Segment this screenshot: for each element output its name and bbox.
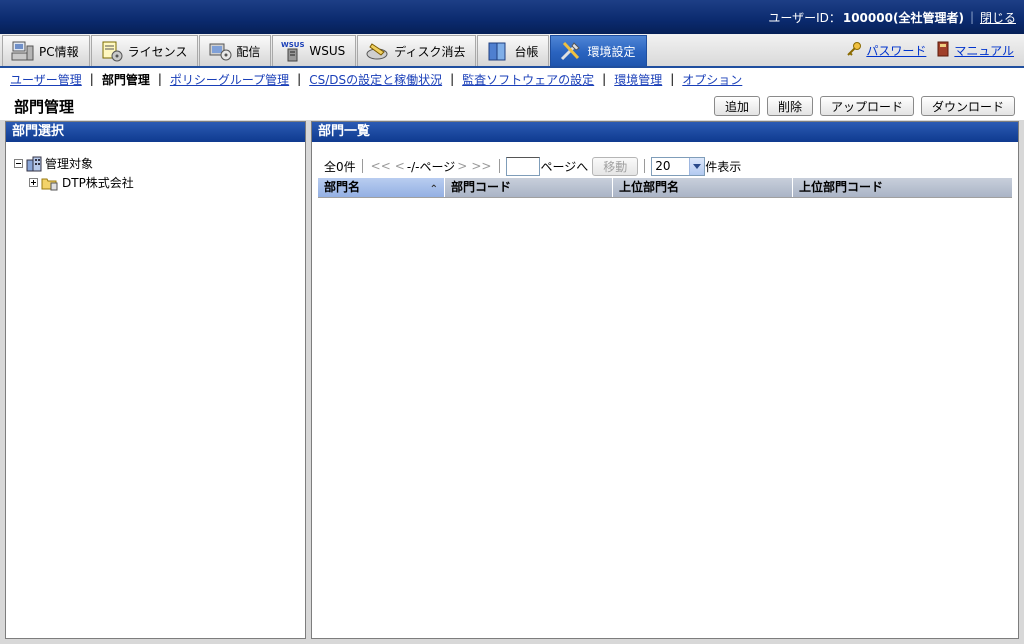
next-page-button[interactable]: > — [457, 159, 467, 173]
tab-ledger[interactable]: 台帳 — [477, 35, 550, 66]
page-indicator: -/-ページ — [406, 159, 456, 174]
tree-node-label: DTP株式会社 — [62, 176, 134, 190]
move-button[interactable]: 移動 — [592, 156, 639, 176]
manual-book-icon — [936, 41, 950, 60]
license-icon — [100, 40, 124, 62]
folder-icon — [41, 175, 59, 191]
key-icon — [846, 41, 862, 60]
building-icon — [26, 156, 42, 172]
tab-pc-info[interactable]: PC情報 — [2, 35, 90, 66]
page-number-input[interactable] — [506, 156, 541, 176]
sub-navigation: ユーザー管理 | 部門管理 | ポリシーグループ管理 | CS/DSの設定と稼働… — [0, 68, 1024, 90]
add-button[interactable]: 追加 — [713, 96, 760, 116]
subnav-separator: | — [602, 72, 607, 86]
prev-page-button[interactable]: < — [395, 159, 405, 173]
subnav-department-management[interactable]: 部門管理 — [102, 71, 150, 88]
collapse-toggle-icon[interactable] — [14, 159, 23, 168]
page-title: 部門管理 — [14, 98, 75, 116]
total-count: 全0件 — [324, 159, 356, 174]
tree-node-company[interactable]: DTP株式会社 — [14, 173, 305, 192]
close-link[interactable]: 閉じる — [980, 9, 1016, 26]
page-title-row: 部門管理 追加 削除 アップロード ダウンロード — [0, 90, 1024, 120]
column-header-department-name[interactable]: 部門名 ⌃ — [318, 178, 445, 197]
manual-item: マニュアル — [936, 41, 1014, 60]
subnav-separator: | — [157, 72, 162, 86]
subnav-policy-group[interactable]: ポリシーグループ管理 — [170, 71, 289, 88]
user-id-label: ユーザーID： — [768, 10, 841, 25]
subnav-user-management[interactable]: ユーザー管理 — [10, 71, 82, 88]
pager-separator — [361, 159, 363, 173]
department-tree: 管理対象 DTP株式会社 — [6, 142, 305, 192]
subnav-separator: | — [89, 72, 94, 86]
distribution-icon — [208, 40, 232, 62]
tab-license[interactable]: ライセンス — [90, 35, 199, 66]
tree-node-root[interactable]: 管理対象 — [14, 154, 305, 173]
tab-distribution[interactable]: 配信 — [199, 35, 272, 66]
top-header: ユーザーID： 100000(全社管理者) | 閉じる — [0, 0, 1024, 34]
column-label: 部門名 — [324, 180, 361, 194]
wsus-icon: WSUS — [281, 40, 305, 62]
column-label: 上位部門名 — [619, 180, 680, 194]
tab-settings[interactable]: 環境設定 — [550, 35, 647, 66]
department-select-panel: 部門選択 管理対象 DTP株式会社 — [5, 121, 306, 639]
tab-label: 環境設定 — [587, 44, 636, 59]
pager-separator — [644, 159, 646, 173]
subnav-csds-settings[interactable]: CS/DSの設定と稼働状況 — [309, 71, 442, 88]
column-label: 上位部門コード — [799, 180, 884, 194]
per-page-select[interactable]: 20 — [651, 156, 706, 176]
svg-text:WSUS: WSUS — [281, 41, 305, 49]
manual-link[interactable]: マニュアル — [954, 42, 1014, 59]
sort-ascending-icon: ⌃ — [429, 184, 438, 195]
pager-separator — [499, 159, 501, 173]
subnav-options[interactable]: オプション — [682, 71, 742, 88]
panel-header: 部門選択 — [6, 122, 305, 142]
pagination-bar: 全0件 << < -/-ページ > >> ページへ 移動 20 件表示 — [324, 156, 741, 176]
chevron-down-icon[interactable] — [689, 157, 705, 175]
tree-node-label: 管理対象 — [45, 157, 94, 171]
department-table: 部門名 ⌃ 部門コード 上位部門名 上位部門コード — [318, 178, 1012, 198]
header-separator: | — [969, 10, 974, 24]
disk-erase-icon — [366, 40, 390, 62]
download-button[interactable]: ダウンロード — [920, 96, 1015, 116]
upload-button[interactable]: アップロード — [819, 96, 914, 116]
password-link[interactable]: パスワード — [866, 42, 926, 59]
subnav-separator: | — [297, 72, 302, 86]
tab-label: ディスク消去 — [394, 44, 466, 59]
subnav-audit-software[interactable]: 監査ソフトウェアの設定 — [462, 71, 594, 88]
department-list-panel: 部門一覧 全0件 << < -/-ページ > >> ページへ 移動 20 件表示… — [311, 121, 1019, 639]
expand-toggle-icon[interactable] — [29, 178, 38, 187]
tab-wsus[interactable]: WSUS WSUS — [272, 35, 357, 66]
user-id-value: 100000(全社管理者) — [842, 10, 964, 25]
tab-label: ライセンス — [127, 44, 188, 59]
main-tab-bar: PC情報 ライセンス 配信 WSUS WSUS ディスク消去 台帳 環境設定 パ… — [0, 34, 1024, 68]
column-header-parent-name[interactable]: 上位部門名 — [613, 178, 793, 197]
table-header: 部門名 ⌃ 部門コード 上位部門名 上位部門コード — [318, 178, 1012, 197]
password-item: パスワード — [846, 41, 926, 60]
pc-icon — [11, 40, 35, 62]
column-header-parent-code[interactable]: 上位部門コード — [793, 178, 1012, 197]
delete-button[interactable]: 削除 — [766, 96, 813, 116]
per-page-label: 件表示 — [705, 159, 742, 174]
tab-label: WSUS — [309, 44, 346, 58]
subnav-separator: | — [670, 72, 675, 86]
tab-label: 配信 — [236, 44, 261, 59]
tab-label: PC情報 — [39, 44, 79, 59]
subnav-environment[interactable]: 環境管理 — [614, 71, 662, 88]
first-page-button[interactable]: << — [371, 159, 391, 173]
subnav-separator: | — [450, 72, 455, 86]
panel-header: 部門一覧 — [312, 122, 1018, 142]
settings-tools-icon — [559, 40, 583, 62]
tab-disk-erase[interactable]: ディスク消去 — [357, 35, 477, 66]
tab-label: 台帳 — [514, 44, 539, 59]
per-page-value: 20 — [655, 159, 671, 173]
tab-bar-links: パスワード マニュアル — [836, 35, 1024, 66]
column-label: 部門コード — [451, 180, 512, 194]
column-header-department-code[interactable]: 部門コード — [445, 178, 613, 197]
page-actions: 追加 削除 アップロード ダウンロード — [707, 96, 1015, 116]
last-page-button[interactable]: >> — [471, 159, 491, 173]
goto-page-label: ページへ — [540, 159, 589, 174]
ledger-icon — [486, 40, 510, 62]
